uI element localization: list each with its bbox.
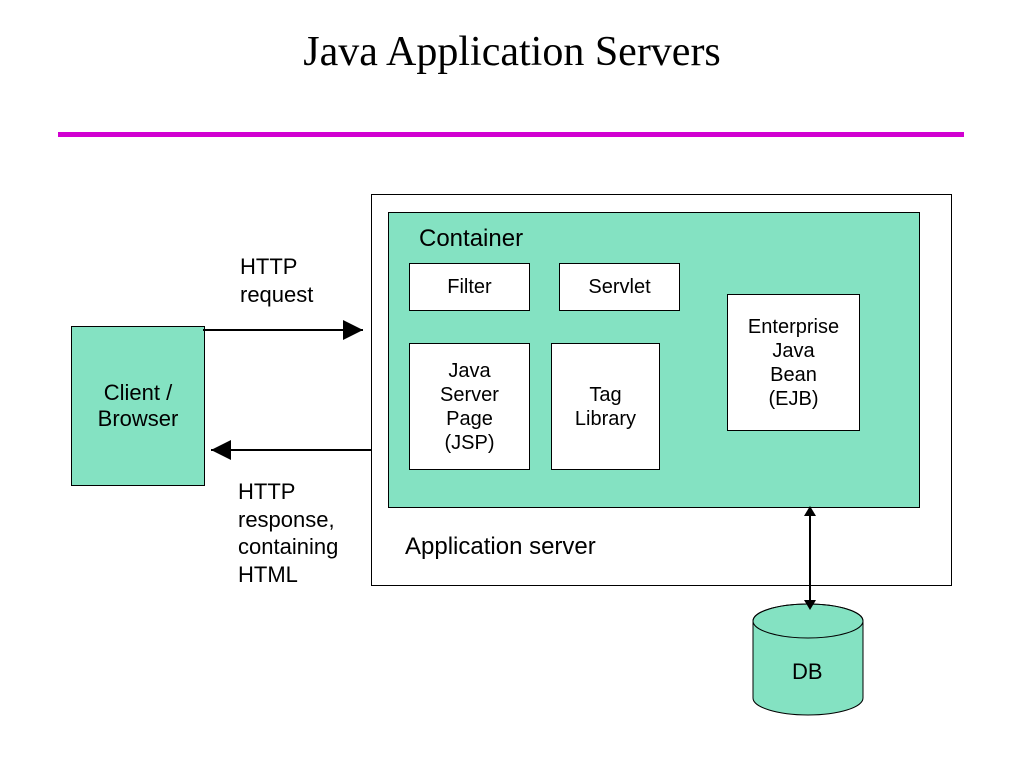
servlet-box: Servlet	[559, 263, 680, 311]
filter-box: Filter	[409, 263, 530, 311]
application-server-label: Application server	[405, 532, 596, 562]
http-request-label: HTTP request	[240, 253, 313, 308]
http-response-arrow	[203, 440, 373, 460]
http-request-arrow	[203, 320, 373, 340]
http-response-label: HTTP response, containing HTML	[238, 478, 338, 588]
ejb-box: Enterprise Java Bean (EJB)	[727, 294, 860, 431]
title-divider	[58, 132, 964, 137]
db-label: DB	[792, 658, 823, 686]
client-label-l1: Client /	[104, 380, 172, 406]
container-label: Container	[419, 224, 523, 254]
jsp-box: Java Server Page (JSP)	[409, 343, 530, 470]
client-browser-box: Client / Browser	[71, 326, 205, 486]
client-label-l2: Browser	[98, 406, 179, 432]
db-connection-arrow	[800, 506, 820, 612]
slide-title: Java Application Servers	[0, 28, 1024, 76]
tag-library-box: Tag Library	[551, 343, 660, 470]
